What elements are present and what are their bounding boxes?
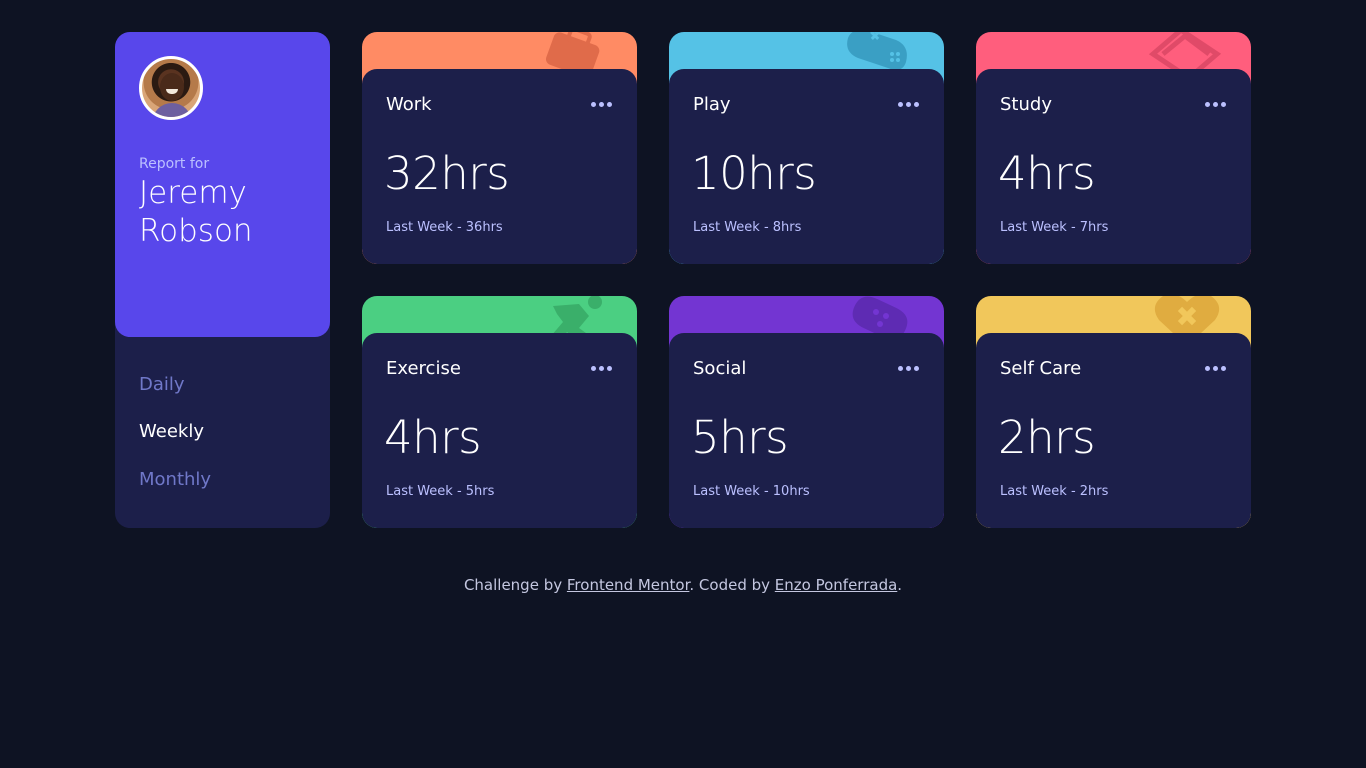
card-title: Work [386,94,432,115]
current-hours: 4hrs [998,147,1096,200]
previous-hours: Last Week - 2hrs [1000,484,1109,499]
card-body: Work 32hrs Last Week - 36hrs [362,69,637,264]
frontend-mentor-link[interactable]: Frontend Mentor [567,576,690,594]
ellipsis-menu-icon[interactable] [898,99,922,111]
footer-prefix: Challenge by [463,576,563,594]
card-body: Study 4hrs Last Week - 7hrs [976,69,1251,264]
footer-suffix: . [897,576,903,594]
author-link[interactable]: Enzo Ponferrada [775,576,897,594]
activity-card-self-care: Self Care 2hrs Last Week - 2hrs [976,296,1251,528]
footer-middle: . Coded by [689,576,771,594]
ellipsis-menu-icon[interactable] [591,363,615,375]
activity-card-work: Work 32hrs Last Week - 36hrs [362,32,637,264]
ellipsis-menu-icon[interactable] [1205,99,1229,111]
activity-card-social: Social 5hrs Last Week - 10hrs [669,296,944,528]
card-body: Social 5hrs Last Week - 10hrs [669,333,944,528]
user-name: Jeremy Robson [139,175,253,249]
attribution-footer: Challenge by Frontend Mentor. Coded by E… [0,576,1366,594]
card-title: Study [1000,94,1052,115]
card-body: Self Care 2hrs Last Week - 2hrs [976,333,1251,528]
card-body: Exercise 4hrs Last Week - 5hrs [362,333,637,528]
report-for-label: Report for [139,156,210,172]
timeframe-weekly[interactable]: Weekly [139,421,204,442]
profile-card: Report for Jeremy Robson Daily Weekly Mo… [115,32,330,528]
ellipsis-menu-icon[interactable] [898,363,922,375]
activity-card-study: Study 4hrs Last Week - 7hrs [976,32,1251,264]
previous-hours: Last Week - 7hrs [1000,220,1109,235]
ellipsis-menu-icon[interactable] [591,99,615,111]
timeframe-monthly[interactable]: Monthly [139,469,211,490]
activity-card-exercise: Exercise 4hrs Last Week - 5hrs [362,296,637,528]
card-body: Play 10hrs Last Week - 8hrs [669,69,944,264]
card-title: Play [693,94,731,115]
current-hours: 2hrs [998,411,1096,464]
avatar [139,56,203,120]
current-hours: 4hrs [384,411,482,464]
previous-hours: Last Week - 36hrs [386,220,503,235]
timeframe-daily[interactable]: Daily [139,374,185,395]
current-hours: 5hrs [691,411,789,464]
activity-card-play: Play 10hrs Last Week - 8hrs [669,32,944,264]
card-title: Exercise [386,358,461,379]
profile-header: Report for Jeremy Robson [115,32,330,337]
previous-hours: Last Week - 8hrs [693,220,802,235]
previous-hours: Last Week - 5hrs [386,484,495,499]
card-title: Self Care [1000,358,1082,379]
card-title: Social [693,358,747,379]
current-hours: 32hrs [384,147,510,200]
ellipsis-menu-icon[interactable] [1205,363,1229,375]
current-hours: 10hrs [691,147,817,200]
previous-hours: Last Week - 10hrs [693,484,810,499]
